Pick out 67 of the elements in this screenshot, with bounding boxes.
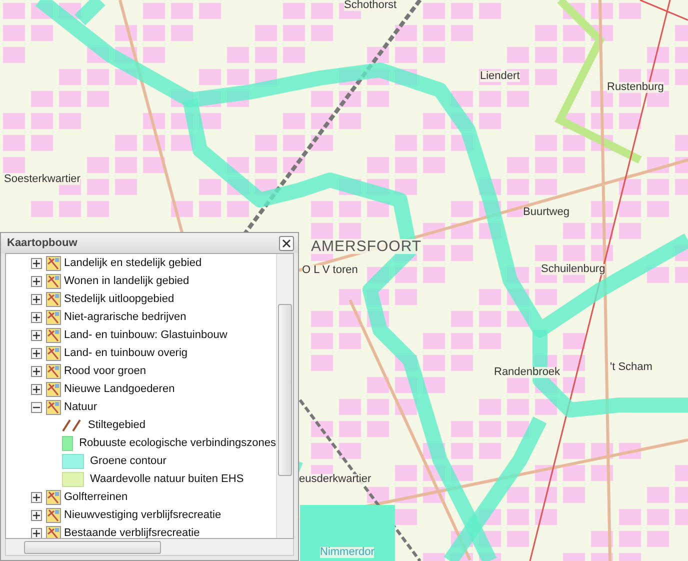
plus-icon <box>33 494 40 500</box>
layer-icon <box>46 526 61 538</box>
legend-label: Waardevolle natuur buiten EHS <box>90 473 244 485</box>
horizontal-scrollbar[interactable] <box>5 539 294 556</box>
expand-button[interactable] <box>31 294 42 304</box>
layer-icon <box>46 310 61 324</box>
layer-icon <box>46 346 61 360</box>
layer-icon <box>46 292 61 306</box>
expand-button[interactable] <box>31 312 42 322</box>
plus-icon <box>33 314 40 320</box>
place-label: eusderkwartier <box>299 474 372 485</box>
plus-icon <box>33 278 40 284</box>
panel-title: Kaartopbouw <box>7 237 78 249</box>
expand-button[interactable] <box>31 348 42 358</box>
layer-label[interactable]: Rood voor groen <box>64 365 146 377</box>
layer-icon <box>46 400 61 414</box>
plus-icon <box>33 332 40 338</box>
plus-icon <box>33 260 40 266</box>
layer-label[interactable]: Land- en tuinbouw: Glastuinbouw <box>64 329 228 341</box>
layer-icon <box>46 508 61 522</box>
plus-icon <box>33 512 40 518</box>
plus-icon <box>33 350 40 356</box>
plus-icon <box>33 530 40 536</box>
layer-label[interactable]: Land- en tuinbouw overig <box>64 347 188 359</box>
place-label: Buurtweg <box>523 207 570 218</box>
plus-icon <box>33 368 40 374</box>
layer-icon <box>46 328 61 342</box>
layer-icon <box>46 364 61 378</box>
place-label: Randenbroek <box>494 367 560 378</box>
expand-button[interactable] <box>31 258 42 268</box>
expand-button[interactable] <box>31 384 42 394</box>
layer-icon <box>46 274 61 288</box>
close-button[interactable] <box>279 236 294 250</box>
legend-label: Robuuste ecologische verbindingszones <box>79 437 276 449</box>
expand-button[interactable] <box>31 510 42 520</box>
layer-label[interactable]: Nieuwe Landgoederen <box>64 383 175 395</box>
vertical-scrollbar[interactable] <box>276 254 293 538</box>
layer-icon <box>46 256 61 270</box>
layer-icon <box>46 490 61 504</box>
layer-label[interactable]: Stedelijk uitloopgebied <box>64 293 174 305</box>
layer-icon <box>46 382 61 396</box>
place-label: Liendert <box>480 71 520 82</box>
collapse-button[interactable] <box>31 402 42 412</box>
place-label: Schothorst <box>344 0 397 11</box>
legend-label: Groene contour <box>90 455 166 467</box>
place-label: Schuilenburg <box>541 264 606 275</box>
close-icon <box>282 238 291 248</box>
layer-label[interactable]: Nieuwvestiging verblijfsrecreatie <box>64 509 222 521</box>
layer-label[interactable]: Natuur <box>64 401 98 413</box>
layer-label[interactable]: Golfterreinen <box>64 491 128 503</box>
expand-button[interactable] <box>31 330 42 340</box>
place-label: 't Scham <box>610 362 652 373</box>
place-label: O L V toren <box>302 265 358 276</box>
layer-label[interactable]: Landelijk en stedelijk gebied <box>64 257 202 269</box>
layer-label[interactable]: Wonen in landelijk gebied <box>64 275 190 287</box>
place-label: Rustenburg <box>607 82 664 93</box>
legend-label: Stiltegebied <box>88 419 146 431</box>
place-label: AMERSFOORT <box>311 239 422 254</box>
expand-button[interactable] <box>31 366 42 376</box>
expand-button[interactable] <box>31 528 42 538</box>
expand-button[interactable] <box>31 492 42 502</box>
place-label: Soesterkwartier <box>4 174 80 185</box>
plus-icon <box>33 386 40 392</box>
expand-button[interactable] <box>31 276 42 286</box>
layer-label[interactable]: Bestaande verblijfsrecreatie <box>64 527 200 538</box>
plus-icon <box>33 296 40 302</box>
layer-label[interactable]: Niet-agrarische bedrijven <box>64 311 186 323</box>
